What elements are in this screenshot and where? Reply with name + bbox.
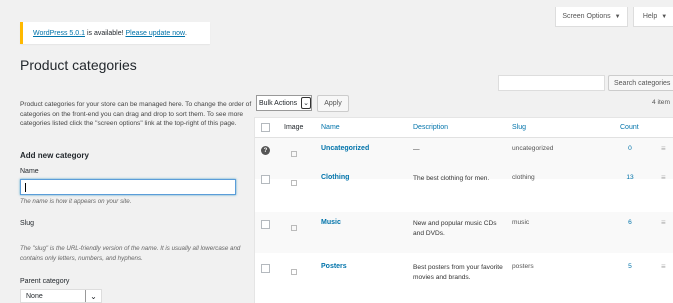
row-checkbox[interactable] — [261, 220, 270, 229]
items-count: 4 item — [652, 99, 670, 106]
row-checkbox[interactable] — [261, 264, 270, 273]
image-placeholder-icon — [291, 225, 297, 231]
name-hint: The name is how it appears on your site. — [20, 198, 132, 205]
name-label: Name — [20, 168, 39, 175]
chevron-down-icon: ⌄ — [301, 97, 311, 109]
update-now-link[interactable]: Please update now — [125, 30, 185, 37]
category-slug: uncategorized — [512, 145, 554, 152]
apply-button[interactable]: Apply — [317, 95, 349, 112]
category-description: — — [413, 146, 420, 153]
parent-category-label: Parent category — [20, 278, 70, 285]
table-header: Image Name Description Slug Count — [255, 118, 673, 138]
parent-category-value: None — [26, 292, 43, 300]
caret-down-icon: ▼ — [661, 13, 668, 20]
category-count[interactable]: 13 — [620, 174, 640, 181]
help-label: Help — [642, 13, 658, 20]
category-slug: posters — [512, 263, 534, 270]
help-button[interactable]: Help ▼ — [633, 7, 673, 27]
category-count[interactable]: 0 — [620, 145, 640, 152]
caret-down-icon: ▼ — [614, 13, 621, 20]
bulk-actions-label: Bulk Actions — [259, 99, 298, 107]
category-slug: music — [512, 219, 530, 226]
category-name[interactable]: Music — [321, 219, 341, 226]
category-description: New and popular music CDs and DVDs. — [413, 220, 497, 237]
slug-label: Slug — [20, 220, 35, 227]
info-icon[interactable]: ? — [261, 146, 270, 155]
category-name[interactable]: Uncategorized — [321, 145, 369, 152]
category-count[interactable]: 5 — [620, 263, 640, 270]
chevron-down-icon: ⌄ — [85, 290, 101, 302]
screen-options-label: Screen Options — [562, 13, 611, 20]
column-slug[interactable]: Slug — [512, 124, 526, 131]
category-description: The best clothing for men. — [413, 175, 490, 182]
slug-hint: The "slug" is the URL-friendly version o… — [20, 245, 241, 262]
drag-handle-icon[interactable]: ≡ — [661, 144, 666, 153]
category-count[interactable]: 6 — [620, 219, 640, 226]
image-placeholder-icon — [291, 269, 297, 275]
update-notice: WordPress 5.0.1 is available! Please upd… — [20, 22, 210, 44]
search-input[interactable] — [498, 75, 605, 91]
notice-end: . — [185, 29, 187, 37]
image-placeholder-icon — [291, 151, 297, 157]
name-input[interactable] — [20, 179, 236, 195]
drag-handle-icon[interactable]: ≡ — [661, 218, 666, 227]
column-description[interactable]: Description — [413, 124, 448, 131]
row-checkbox[interactable] — [261, 175, 270, 184]
table-row: Posters Best posters from your favorite … — [255, 256, 673, 297]
column-image: Image — [284, 124, 304, 131]
image-placeholder-icon — [291, 180, 297, 186]
search-categories-button[interactable]: Search categories — [608, 75, 673, 91]
page-description: Product categories for your store can be… — [20, 101, 252, 127]
table-row: Music New and popular music CDs and DVDs… — [255, 212, 673, 253]
category-description: Best posters from your favorite movies a… — [413, 264, 503, 281]
categories-table: Image Name Description Slug Count ? Unca… — [254, 117, 673, 303]
category-name[interactable]: Clothing — [321, 174, 349, 181]
drag-handle-icon[interactable]: ≡ — [661, 173, 666, 182]
bulk-actions-select[interactable]: Bulk Actions ⌄ — [256, 95, 312, 111]
table-row: Clothing The best clothing for men. clot… — [255, 167, 673, 208]
column-count[interactable]: Count — [620, 124, 639, 131]
parent-category-select[interactable]: None ⌄ — [20, 289, 102, 303]
page-title: Product categories — [20, 57, 137, 73]
text-cursor — [25, 183, 26, 192]
notice-text: is available! — [85, 29, 126, 37]
screen-options-button[interactable]: Screen Options ▼ — [555, 7, 628, 27]
category-name[interactable]: Posters — [321, 263, 347, 270]
category-slug: clothing — [512, 174, 535, 181]
select-all-checkbox[interactable] — [261, 123, 270, 132]
add-category-heading: Add new category — [20, 151, 89, 160]
version-link[interactable]: WordPress 5.0.1 — [33, 30, 85, 37]
drag-handle-icon[interactable]: ≡ — [661, 262, 666, 271]
column-name[interactable]: Name — [321, 124, 340, 131]
